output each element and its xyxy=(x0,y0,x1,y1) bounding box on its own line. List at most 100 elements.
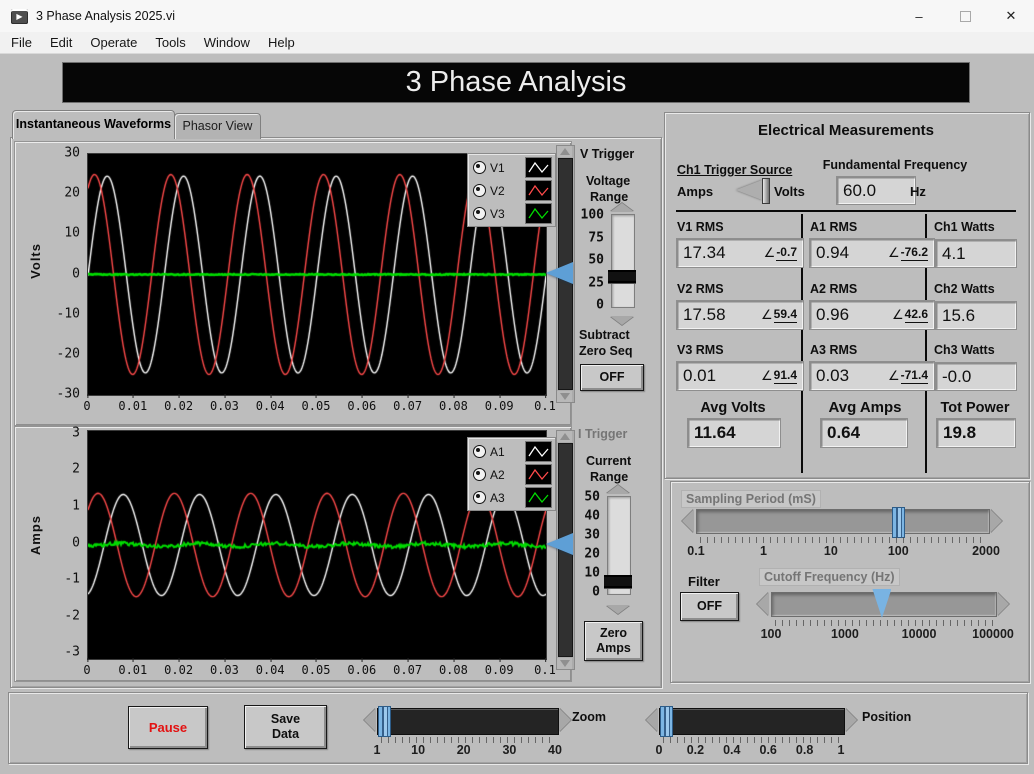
maximize-icon xyxy=(960,11,971,22)
tab-instantaneous-waveforms[interactable]: Instantaneous Waveforms xyxy=(12,110,175,139)
cutoff-frequency-thumb[interactable] xyxy=(872,589,891,618)
voltage-range-slider[interactable] xyxy=(608,203,638,325)
slider-up-arrow-icon[interactable] xyxy=(606,485,630,494)
save-data-button[interactable]: SaveData xyxy=(244,705,327,749)
measurements-divider xyxy=(676,210,1016,212)
position-scale-tick-label: 1 xyxy=(838,743,845,757)
amps-x-axis-tick-label: 0.1 xyxy=(534,663,556,677)
filter-label: Filter xyxy=(688,574,720,589)
scroll-up-icon[interactable] xyxy=(557,431,572,442)
position-slider[interactable] xyxy=(659,708,845,735)
a3-rms-value: 0.03 ∠-71.4 xyxy=(809,361,935,391)
legend-label: V3 xyxy=(490,207,508,221)
sampling-period-thumb[interactable] xyxy=(892,507,905,538)
current-range-track[interactable] xyxy=(607,496,631,595)
v1-rms-value: 17.34 ∠-0.7 xyxy=(676,238,804,268)
volts-y-axis-tick-label: -10 xyxy=(57,306,80,321)
volts-x-axis-tick-label: 0.01 xyxy=(118,399,147,413)
tab-phasor-view[interactable]: Phasor View xyxy=(174,113,261,139)
legend-line-sample-icon[interactable] xyxy=(525,441,552,462)
slider-left-arrow-icon[interactable] xyxy=(646,708,658,732)
zero-amps-button[interactable]: ZeroAmps xyxy=(584,621,643,661)
legend-item-a3[interactable]: A3 xyxy=(473,487,552,508)
subtract-zero-seq-off-button[interactable]: OFF xyxy=(580,364,644,391)
sampling-period-slider[interactable] xyxy=(696,509,990,534)
ch2-watts-value: 15.6 xyxy=(935,301,1017,330)
current-range-label-1: Current xyxy=(586,454,631,468)
scroll-up-icon[interactable] xyxy=(557,146,572,157)
close-button[interactable]: ✕ xyxy=(988,0,1034,32)
legend-line-sample-icon[interactable] xyxy=(525,180,552,201)
menu-item-file[interactable]: File xyxy=(2,35,41,50)
avg-volts-value: 11.64 xyxy=(687,418,781,448)
i-trigger-cursor-icon[interactable] xyxy=(546,533,573,555)
avg-amps-value: 0.64 xyxy=(820,418,908,448)
legend-radio-icon[interactable] xyxy=(473,468,486,481)
trigger-source-switch-icon[interactable] xyxy=(736,180,762,200)
v-trigger-title: V Trigger xyxy=(580,147,634,161)
pause-button[interactable]: Pause xyxy=(128,706,208,749)
legend-item-v2[interactable]: V2 xyxy=(473,180,552,201)
legend-line-sample-icon[interactable] xyxy=(525,203,552,224)
menu-item-window[interactable]: Window xyxy=(195,35,259,50)
menu-item-tools[interactable]: Tools xyxy=(146,35,194,50)
slider-right-arrow-icon[interactable] xyxy=(997,592,1009,616)
legend-radio-icon[interactable] xyxy=(473,161,486,174)
trigger-source-switch-handle[interactable] xyxy=(762,178,770,204)
slider-left-arrow-icon[interactable] xyxy=(364,708,376,732)
legend-item-v1[interactable]: V1 xyxy=(473,157,552,178)
voltage-range-scale-tick-label: 0 xyxy=(596,298,604,313)
sampling-period-scale-tick-label: 0.1 xyxy=(687,544,704,558)
legend-line-sample-icon[interactable] xyxy=(525,157,552,178)
legend-item-a2[interactable]: A2 xyxy=(473,464,552,485)
a1-rms-value: 0.94 ∠-76.2 xyxy=(809,238,935,268)
app-window: ▶ 3 Phase Analysis 2025.vi – ✕ FileEditO… xyxy=(0,0,1034,774)
slider-left-arrow-icon[interactable] xyxy=(757,592,769,616)
legend-item-v3[interactable]: V3 xyxy=(473,203,552,224)
volts-x-axis-tick-label: 0.1 xyxy=(534,399,556,413)
legend-radio-icon[interactable] xyxy=(473,184,486,197)
legend-radio-icon[interactable] xyxy=(473,207,486,220)
fundamental-frequency-value[interactable]: 60.0 xyxy=(836,176,916,205)
avg-volts-label: Avg Volts xyxy=(676,400,790,416)
zoom-slider[interactable] xyxy=(377,708,559,735)
menu-item-edit[interactable]: Edit xyxy=(41,35,81,50)
slider-up-arrow-icon[interactable] xyxy=(610,203,634,212)
v-trigger-cursor-icon[interactable] xyxy=(546,262,573,284)
voltage-range-scale: 1007550250 xyxy=(574,215,604,305)
slider-right-arrow-icon[interactable] xyxy=(559,708,571,732)
amps-axis-title: Amps xyxy=(28,515,43,555)
ch3-watts-label: Ch3 Watts xyxy=(934,343,995,357)
menu-item-help[interactable]: Help xyxy=(259,35,304,50)
legend-line-sample-icon[interactable] xyxy=(525,464,552,485)
voltage-range-track[interactable] xyxy=(611,214,635,308)
legend-line-sample-icon[interactable] xyxy=(525,487,552,508)
a2-rms-value: 0.96 ∠42.6 xyxy=(809,300,935,330)
legend-radio-icon[interactable] xyxy=(473,445,486,458)
voltage-range-scale-tick-label: 25 xyxy=(588,275,604,290)
slider-left-arrow-icon[interactable] xyxy=(682,509,694,533)
legend-item-a1[interactable]: A1 xyxy=(473,441,552,462)
volts-x-axis-tick-label: 0.05 xyxy=(302,399,331,413)
filter-off-button[interactable]: OFF xyxy=(680,592,739,621)
minimize-button[interactable]: – xyxy=(896,0,942,32)
current-range-thumb[interactable] xyxy=(604,575,632,588)
volts-x-axis-tick-label: 0.08 xyxy=(439,399,468,413)
slider-down-arrow-icon[interactable] xyxy=(610,316,634,325)
maximize-button[interactable] xyxy=(942,0,988,32)
position-thumb[interactable] xyxy=(660,706,673,737)
voltage-range-thumb[interactable] xyxy=(608,270,636,283)
menu-item-operate[interactable]: Operate xyxy=(81,35,146,50)
a1-rms-label: A1 RMS xyxy=(810,220,857,234)
current-range-slider[interactable] xyxy=(604,485,634,614)
current-range-label-2: Range xyxy=(590,470,628,484)
legend-radio-icon[interactable] xyxy=(473,491,486,504)
slider-right-arrow-icon[interactable] xyxy=(990,509,1002,533)
amps-x-axis-tick-label: 0.02 xyxy=(164,663,193,677)
cutoff-frequency-slider[interactable] xyxy=(771,592,997,617)
scroll-down-icon[interactable] xyxy=(557,658,572,669)
zoom-thumb[interactable] xyxy=(378,706,391,737)
scroll-down-icon[interactable] xyxy=(557,391,572,402)
slider-down-arrow-icon[interactable] xyxy=(606,605,630,614)
slider-right-arrow-icon[interactable] xyxy=(845,708,857,732)
